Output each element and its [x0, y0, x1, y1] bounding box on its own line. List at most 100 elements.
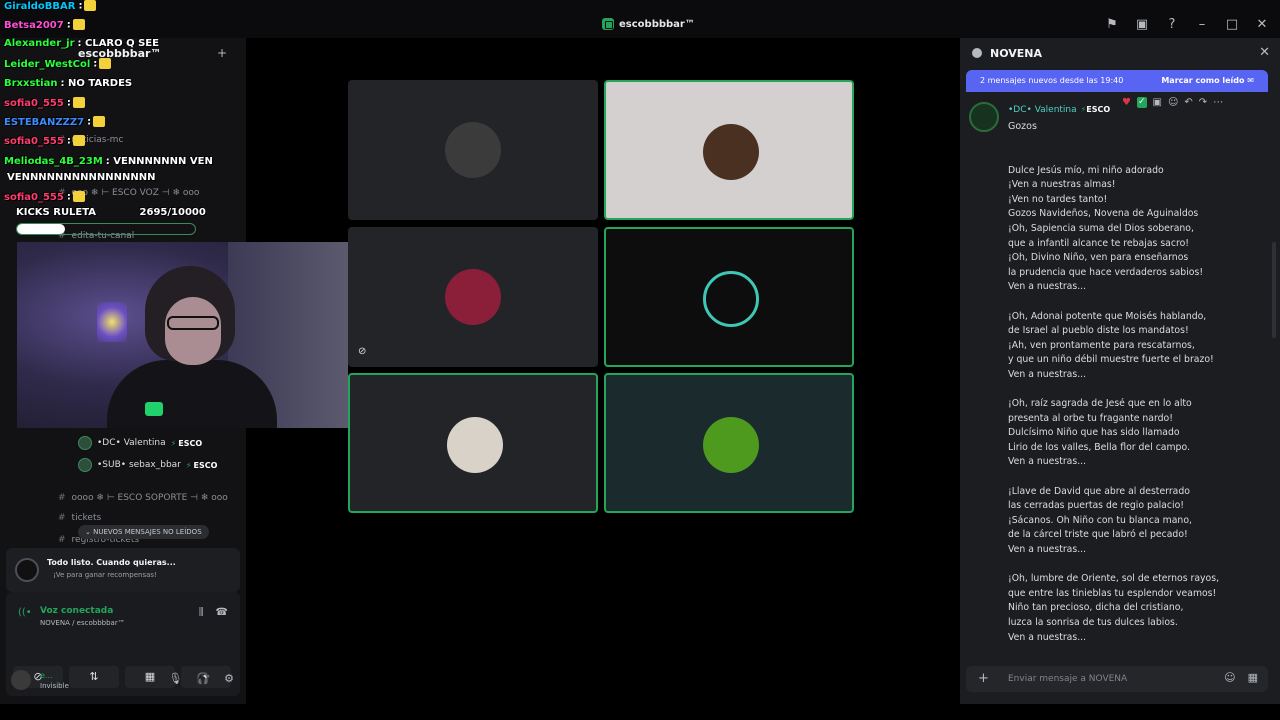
- avatar[interactable]: [11, 670, 31, 690]
- chat-message: :: [93, 58, 98, 70]
- chat-channel-name: NOVENA: [990, 47, 1043, 60]
- streamer-webcam: [17, 242, 348, 428]
- chat-username: sofia0_555: [4, 97, 64, 109]
- message-author[interactable]: •DC• Valentina ESCO: [1008, 105, 1110, 115]
- message-line: [1008, 149, 1258, 164]
- user-panel: e... Invisible 🎙 🎧 ⚙: [6, 662, 240, 698]
- message-line: la prudencia que hace verdaderos sabios!: [1008, 266, 1204, 278]
- apps-icon[interactable]: ▦: [1248, 671, 1258, 684]
- kicks-progress-bar: [16, 223, 196, 235]
- message-line: ¡Oh, lumbre de Oriente, sol de eternos r…: [1008, 573, 1220, 585]
- voice-user[interactable]: •DC• Valentina ESCO: [78, 436, 202, 450]
- close-icon[interactable]: ✕: [1259, 45, 1270, 60]
- hash-icon: #: [58, 493, 66, 503]
- forward-icon[interactable]: ↷: [1199, 97, 1207, 108]
- message-line: Ven a nuestras...: [1008, 456, 1087, 468]
- message-input[interactable]: Enviar mensaje a NOVENA: [1008, 674, 1127, 684]
- microphone-icon[interactable]: 🎙: [168, 672, 182, 685]
- server-icon: [602, 18, 614, 30]
- emote-icon: [72, 135, 85, 146]
- noise-suppression-icon[interactable]: ⫼: [199, 607, 204, 618]
- chat-username: GiraldoBBAR: [4, 0, 76, 12]
- stream-chat-line: Meliodas_4B_23M: VENNNNNNN VEN: [4, 156, 213, 167]
- webcam-person-body: [107, 360, 277, 428]
- video-tile[interactable]: [348, 373, 598, 513]
- window-title: escobbbbar™: [619, 18, 695, 30]
- message-line: ¡Ven no tardes tanto!: [1008, 193, 1108, 205]
- attach-icon[interactable]: +: [978, 671, 989, 686]
- window-title-group: escobbbbar™: [602, 18, 695, 30]
- voice-user-name[interactable]: •SUB• sebax_bbar: [97, 460, 181, 470]
- more-icon[interactable]: ⋯: [1213, 97, 1223, 108]
- emote-icon: [84, 0, 97, 11]
- image-reaction-icon[interactable]: ▣: [1153, 97, 1162, 108]
- chat-message: : NO TARDES: [60, 78, 133, 89]
- composer-actions: ☺ ▦: [1224, 671, 1258, 684]
- video-tile[interactable]: [604, 373, 854, 513]
- participant-avatar: [703, 124, 759, 180]
- voice-user[interactable]: •SUB• sebax_bbar ESCO: [78, 458, 217, 472]
- message-line: las cerradas puertas de regio palacio!: [1008, 500, 1184, 512]
- channel-label[interactable]: ᴏᴏᴏᴏ ❄ ⊢ ESCO SOPORTE ⊣ ❄ ᴏᴏᴏ: [72, 493, 228, 503]
- user-controls: 🎙 🎧 ⚙: [168, 672, 234, 685]
- add-reaction-icon[interactable]: ☺: [1168, 97, 1178, 108]
- message-line: Ven a nuestras...: [1008, 544, 1087, 556]
- voice-channel[interactable]: NOVENA / escobbbbar™: [40, 619, 125, 627]
- avatar[interactable]: [969, 102, 999, 132]
- message-line: de la cárcel triste que labró el pecado!: [1008, 529, 1188, 541]
- heart-reaction-icon[interactable]: ♥: [1122, 97, 1131, 108]
- voice-user-tag: ESCO: [171, 439, 202, 448]
- minimize-icon[interactable]: –: [1194, 18, 1210, 32]
- message-line: Dulcísimo Niño que has sido llamado: [1008, 427, 1180, 439]
- kicks-goal: 10000: [171, 207, 206, 218]
- stream-chat-line: Alexander_jr: CLARO Q SEE: [4, 38, 159, 49]
- webcam-person-face: [165, 297, 221, 365]
- emote-icon: [72, 97, 85, 108]
- kicks-value: 2695: [139, 207, 168, 218]
- voice-user-name[interactable]: •DC• Valentina: [97, 438, 166, 448]
- sidebar-channel[interactable]: # tickets: [58, 513, 101, 523]
- message-body: Dulce Jesús mío, mi niño adorado ¡Ven a n…: [1008, 149, 1258, 661]
- rewards-notification[interactable]: Todo listo. Cuando quieras... ¡Ve para g…: [6, 548, 240, 592]
- sidebar-channel[interactable]: # ᴏᴏᴏᴏ ❄ ⊢ ESCO SOPORTE ⊣ ❄ ᴏᴏᴏ: [58, 493, 228, 503]
- message-composer[interactable]: + Enviar mensaje a NOVENA ☺ ▦: [966, 666, 1268, 692]
- screen-icon[interactable]: ▣: [1134, 18, 1150, 32]
- signal-icon[interactable]: ((•: [18, 607, 32, 618]
- video-tile[interactable]: [348, 80, 598, 220]
- user-name[interactable]: e...: [40, 671, 53, 680]
- webcam-glasses: [167, 316, 219, 330]
- video-tile[interactable]: [348, 227, 598, 367]
- chat-message: : VENNNNNNN VEN: [105, 156, 213, 167]
- message-line: que entre las tinieblas tu esplendor vea…: [1008, 587, 1217, 599]
- message-line: Lirio de los valles, Bella flor del camp…: [1008, 441, 1190, 453]
- disconnect-icon[interactable]: ☎: [216, 607, 228, 618]
- close-window-icon[interactable]: ✕: [1254, 18, 1270, 32]
- notification-title: Todo listo. Cuando quieras...: [47, 558, 176, 567]
- help-icon[interactable]: ?: [1164, 18, 1180, 32]
- message-line: Niño tan precioso, dicha del cristiano,: [1008, 602, 1184, 614]
- message-line: que a infantil alcance te rebajas sacro!: [1008, 237, 1190, 249]
- video-tile[interactable]: [604, 227, 854, 367]
- stream-chat-line: ESTEBANZZZ7:: [4, 116, 106, 128]
- message-line: [1008, 295, 1258, 310]
- new-messages-banner[interactable]: 2 mensajes nuevos desde las 19:40 Marcar…: [966, 70, 1268, 92]
- channel-label[interactable]: tickets: [72, 513, 102, 523]
- settings-icon[interactable]: ⚙: [224, 672, 234, 685]
- new-messages-pill[interactable]: ⌄ NUEVOS MENSAJES NO LEÍDOS: [78, 525, 209, 539]
- voice-user-tag: ESCO: [186, 461, 218, 470]
- kicks-ruleta: KICKS RULETA 2695/10000: [16, 207, 206, 218]
- chat-message: :: [66, 135, 71, 147]
- message-actions: ♥ ✓ ▣ ☺ ↶ ↷ ⋯: [1122, 97, 1223, 108]
- author-name[interactable]: •DC• Valentina: [1008, 105, 1077, 115]
- message-line: ¡Sácanos. Oh Niño con tu blanca mano,: [1008, 514, 1192, 526]
- headphones-icon[interactable]: 🎧: [196, 672, 210, 685]
- mark-read-button[interactable]: Marcar como leído ✉: [1161, 76, 1254, 85]
- inbox-icon[interactable]: ⚑: [1104, 18, 1120, 32]
- chat-scrollbar[interactable]: [1272, 242, 1276, 338]
- maximize-icon[interactable]: □: [1224, 18, 1240, 32]
- reply-icon[interactable]: ↶: [1184, 97, 1192, 108]
- video-tile[interactable]: [604, 80, 854, 220]
- emoji-icon[interactable]: ☺: [1224, 671, 1235, 684]
- voice-status[interactable]: Voz conectada: [40, 606, 113, 616]
- check-reaction-icon[interactable]: ✓: [1136, 97, 1147, 108]
